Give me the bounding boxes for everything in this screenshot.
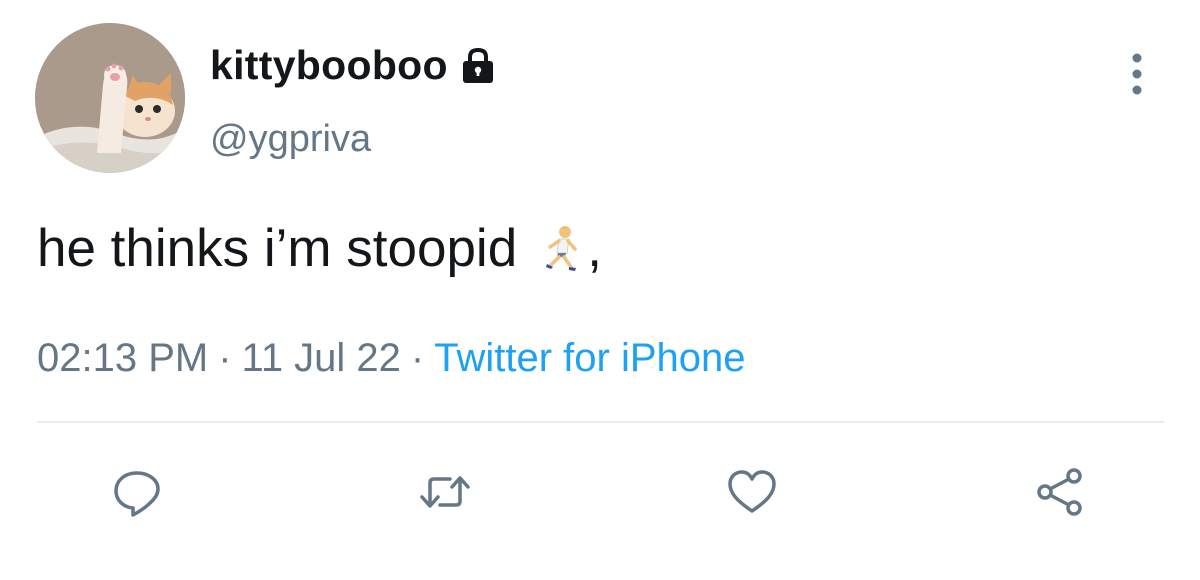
tweet-source-link[interactable]: Twitter for iPhone bbox=[434, 336, 745, 380]
meta-separator: · bbox=[410, 336, 425, 380]
retweet-icon bbox=[420, 476, 470, 508]
display-name[interactable]: kittybooboo bbox=[210, 42, 448, 89]
tweet-text-content: he thinks i’m stoopid bbox=[37, 219, 518, 278]
reply-icon bbox=[114, 471, 160, 517]
user-handle[interactable]: @ygpriva bbox=[210, 118, 371, 161]
tweet-meta: 02:13 PM · 11 Jul 22 · Twitter for iPhone bbox=[37, 336, 746, 381]
share-icon bbox=[1037, 468, 1082, 516]
tweet-time: 02:13 PM bbox=[37, 336, 209, 380]
retweet-button[interactable] bbox=[415, 462, 475, 522]
cat-avatar-image bbox=[35, 23, 185, 173]
share-button[interactable] bbox=[1030, 462, 1090, 522]
avatar[interactable] bbox=[35, 23, 185, 173]
reply-button[interactable] bbox=[107, 462, 167, 522]
divider bbox=[37, 421, 1164, 423]
like-button[interactable] bbox=[722, 462, 782, 522]
meta-separator: · bbox=[218, 336, 232, 380]
tweet-text: he thinks i’m stoopid , bbox=[37, 218, 602, 279]
lock-icon bbox=[458, 45, 498, 85]
display-name-row[interactable]: kittybooboo bbox=[210, 40, 498, 90]
tweet-comma: , bbox=[587, 219, 602, 278]
tweet-date: 11 Jul 22 bbox=[241, 336, 401, 380]
like-icon bbox=[728, 470, 776, 513]
tweet-detail: kittybooboo @ygpriva he thinks i’m stoop… bbox=[0, 0, 1200, 580]
runner-icon bbox=[535, 223, 587, 275]
more-options-icon[interactable] bbox=[1122, 50, 1152, 98]
